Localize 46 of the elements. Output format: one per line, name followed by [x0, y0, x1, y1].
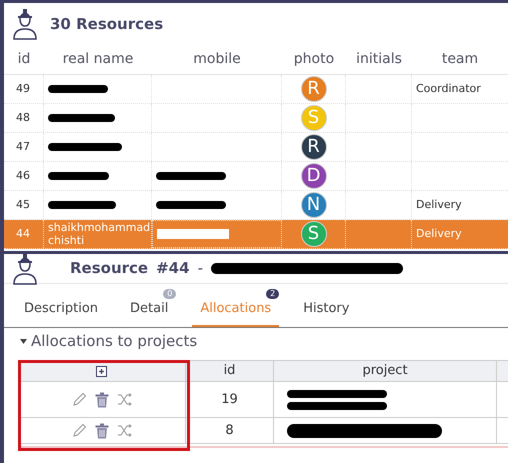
table-cell-text: Coordinator — [416, 80, 481, 97]
column-header[interactable]: mobile — [193, 51, 241, 67]
tab[interactable]: Allocations 2 — [192, 288, 280, 327]
count-badge: 2 — [266, 288, 280, 298]
tab[interactable]: Description — [16, 288, 106, 327]
shuffle-icon[interactable] — [116, 424, 132, 437]
separator: - — [198, 258, 203, 280]
column-header[interactable]: initials — [356, 51, 402, 67]
shuffle-icon[interactable] — [116, 393, 132, 406]
avatar: D — [300, 163, 326, 189]
column-header[interactable]: team — [442, 51, 478, 67]
avatar: S — [300, 221, 326, 247]
table-cell-text: Delivery — [416, 196, 462, 213]
avatar: R — [300, 76, 326, 102]
column-header[interactable]: photo — [294, 51, 334, 67]
caret-icon[interactable] — [20, 338, 27, 344]
avatar: S — [300, 105, 326, 131]
list-title: 30 Resources — [50, 14, 164, 35]
avatar: N — [300, 192, 326, 218]
add-icon[interactable] — [96, 366, 107, 376]
column-header[interactable]: id — [18, 51, 30, 67]
section-title[interactable]: Allocations to projects — [31, 330, 198, 352]
table-cell-text: 46 — [16, 168, 30, 184]
trash-icon[interactable] — [94, 392, 108, 408]
tab[interactable]: Detail 0 — [122, 288, 176, 327]
worker-icon — [12, 8, 38, 40]
table-cell-text: 49 — [16, 80, 30, 97]
table-cell: shaikhmohammad chishti — [48, 221, 151, 247]
count-badge: 0 — [163, 288, 176, 298]
avatar: R — [300, 134, 326, 160]
edit-icon[interactable] — [72, 423, 86, 438]
table-cell-text: 45 — [16, 196, 30, 213]
table-cell-text: 47 — [16, 138, 30, 155]
column-header[interactable]: real name — [62, 51, 134, 67]
tab[interactable]: History — [295, 288, 358, 327]
edit-icon[interactable] — [72, 392, 86, 407]
column-header[interactable]: id — [224, 361, 236, 381]
table-cell-text: 44 — [16, 226, 30, 242]
table-cell-text: 8 — [225, 422, 234, 440]
trash-icon[interactable] — [94, 422, 108, 438]
column-header[interactable]: project — [362, 361, 408, 381]
table-cell-text: Delivery — [416, 226, 462, 242]
resource-number: #44 — [156, 258, 190, 280]
table-cell-text: 19 — [221, 390, 238, 409]
detail-label: Resource — [70, 258, 148, 280]
table-cell-text: 48 — [16, 110, 30, 126]
